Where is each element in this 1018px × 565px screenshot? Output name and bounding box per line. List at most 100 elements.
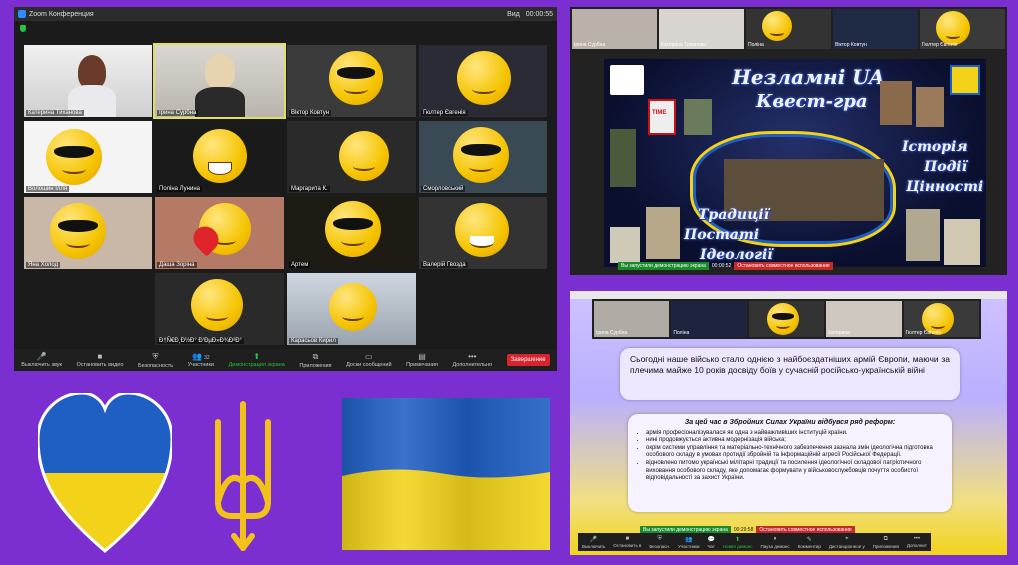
thumbnail-tile[interactable]: Поліна: [746, 9, 831, 49]
thumbnail-tile[interactable]: Поліна: [671, 301, 747, 337]
stop-video-button[interactable]: ■ Остановить видео: [77, 352, 124, 368]
annotate-button[interactable]: ✎ Комментир: [798, 536, 821, 549]
video-tile[interactable]: Сморловський: [419, 121, 547, 193]
video-tile[interactable]: Яна Холод: [24, 197, 152, 269]
thumbnail-tile[interactable]: Ірина Сурбна: [572, 9, 657, 49]
end-meeting-button[interactable]: Завершение: [506, 354, 550, 366]
shield-icon: [20, 25, 26, 32]
quest-word: Цінності: [906, 179, 984, 195]
chat-button[interactable]: 💬 Чат: [707, 536, 714, 549]
mute-button[interactable]: 🎤 Выключить: [582, 536, 605, 549]
grin-emoji-icon: [193, 129, 247, 183]
portrait-image: [880, 81, 912, 125]
portrait-image: [610, 227, 640, 263]
time-magazine-cover: TIME: [648, 99, 676, 135]
participant-name: Сморловський: [421, 186, 466, 192]
video-tile-active-speaker[interactable]: Ірина Сурбна: [153, 43, 286, 119]
pause-share-button[interactable]: ⏸ Пауза демонс: [760, 536, 789, 549]
new-share-button[interactable]: ⬆ Новая демонс: [723, 536, 753, 549]
shield-icon: ⛨: [657, 535, 662, 542]
participants-button[interactable]: 👥 32 Участники: [188, 352, 214, 368]
cool-emoji-icon: [325, 201, 381, 257]
thumbnail-tile[interactable]: Ірина Сурбна: [594, 301, 670, 337]
participant-thumbnail-strip: Ірина Сурбна Поліна Катерина Гюлтер Євге…: [592, 299, 981, 339]
smile-emoji-icon: [329, 283, 377, 331]
mute-button[interactable]: 🎤 Выключить звук: [21, 352, 62, 368]
participant-name: Яна Холод: [26, 262, 61, 268]
share-timer: 00:00:52: [711, 262, 732, 269]
share-toolbar: 🎤 Выключить ■ Остановить в ⛨ Безопасн. 👥 Уча…: [578, 533, 931, 551]
share-notice: Вы запустили демонстрацию экрана: [618, 261, 709, 270]
trident-icon: [215, 401, 271, 551]
participant-name: Ð†Ñ€Ð¸Ð½Ð° Ð‘ÐµÐ»Ð¾Ð²Ð°: [157, 338, 244, 344]
stop-video-button[interactable]: ■ Остановить в: [613, 536, 641, 548]
video-tile[interactable]: Гюлтер Євгенія: [419, 45, 547, 117]
video-tile[interactable]: Ð†Ñ€Ð¸Ð½Ð° Ð‘ÐµÐ»Ð¾Ð²Ð°: [155, 273, 284, 345]
video-tile[interactable]: Валерій Гвозда: [419, 197, 547, 269]
security-button[interactable]: ⛨ Безопасн.: [649, 536, 670, 549]
share-arrow-icon: ⬆: [735, 536, 741, 543]
thumbnail-tile[interactable]: Віктор Ковтун: [833, 9, 918, 49]
participant-name: Віктор Ковтун: [289, 110, 332, 116]
portrait-image: [944, 219, 980, 265]
cool-emoji-icon: [50, 203, 106, 259]
video-tile[interactable]: Маргарита К.: [287, 121, 416, 193]
video-tile[interactable]: Артем: [287, 197, 416, 269]
quest-word: Події: [924, 159, 967, 175]
video-tile[interactable]: Даша Зоріна: [155, 197, 284, 269]
chat-icon: 💬: [707, 536, 715, 543]
logo-badge: [610, 65, 644, 95]
thumbnail-tile[interactable]: [748, 301, 825, 337]
apps-button[interactable]: ⧉ Приложения: [299, 352, 331, 369]
zoom-titlebar: Zoom Конференция Вид 00:00:55: [14, 7, 557, 21]
zoom-main-window: Zoom Конференция Вид 00:00:55 Катерина Т…: [14, 7, 557, 371]
view-button[interactable]: Вид: [507, 11, 520, 18]
smile-emoji-icon: [339, 131, 389, 181]
video-tile[interactable]: Карасьов Кирил: [287, 273, 416, 345]
thumbnail-tile[interactable]: Катерина Тиханова: [659, 9, 744, 49]
cool-emoji-icon: [329, 51, 383, 105]
remote-control-button[interactable]: ⌖ Дистанционное у: [829, 536, 865, 549]
share-screen-button[interactable]: ⬆ Демонстрация экрана: [229, 352, 285, 368]
more-button[interactable]: ••• Дополнит: [907, 536, 927, 548]
thumbnail-tile[interactable]: Катерина: [826, 301, 902, 337]
portrait-image: [684, 99, 712, 135]
participant-thumbnail-strip: Ірина Сурбна Катерина Тиханова Поліна Ві…: [570, 7, 1007, 51]
apps-button[interactable]: ⧉ Приложения: [873, 536, 899, 549]
participant-name: Катерина Тиханова: [26, 110, 84, 116]
video-tile[interactable]: Волошин Ілля: [24, 121, 152, 193]
participant-name: Ірина Сурбна: [157, 110, 199, 116]
participant-name: Маргарита К.: [289, 186, 330, 192]
reforms-list: армія професіоналізувалася як одна з най…: [636, 430, 944, 483]
participant-avatar: [78, 55, 106, 89]
quest-subtitle: Квест-гра: [756, 91, 868, 112]
quest-word: Історія: [902, 139, 968, 155]
more-icon: •••: [468, 352, 477, 361]
video-tile[interactable]: Поліна Лунина: [155, 121, 284, 193]
whiteboards-button[interactable]: ▭ Доски сообщений: [346, 352, 391, 368]
meeting-timer: 00:00:55: [525, 10, 553, 18]
video-tile[interactable]: Віктор Ковтун: [287, 45, 416, 117]
thumbnail-tile[interactable]: Гюлтер Євгенія: [920, 9, 1005, 49]
security-button[interactable]: ⛨ Безопасность: [138, 352, 173, 369]
people-icon: 👥: [685, 536, 693, 543]
thumbnail-tile[interactable]: Гюлтер Євгенія: [903, 301, 980, 337]
quest-slide: TIME Незламні UA Квест-гра Історія Події…: [604, 59, 986, 267]
microphone-icon: 🎤: [36, 352, 47, 361]
apps-icon: ⧉: [312, 351, 319, 361]
video-tile[interactable]: Катерина Тиханова: [24, 45, 152, 117]
quest-word: Постаті: [684, 227, 760, 243]
list-item: окрім системи управління та матеріально-…: [646, 445, 944, 460]
participant-name: Карасьов Кирил: [289, 338, 338, 344]
apps-icon: ⧉: [883, 535, 888, 542]
share-timer: 00:29:58: [733, 526, 754, 533]
notes-button[interactable]: ▤ Примечания: [406, 352, 438, 368]
portrait-image: [906, 209, 940, 261]
participant-name: Гюлтер Євгенія: [421, 110, 468, 116]
participant-avatar: [205, 53, 235, 89]
slide-paragraph: Сьогодні наше військо стало однією з най…: [630, 354, 950, 375]
ukraine-flag-image: [342, 398, 550, 550]
participants-button[interactable]: 👥 Участники: [678, 536, 700, 549]
more-button[interactable]: ••• Дополнительно: [452, 352, 492, 368]
stop-share-button[interactable]: Остановить совместное использование: [734, 261, 833, 270]
